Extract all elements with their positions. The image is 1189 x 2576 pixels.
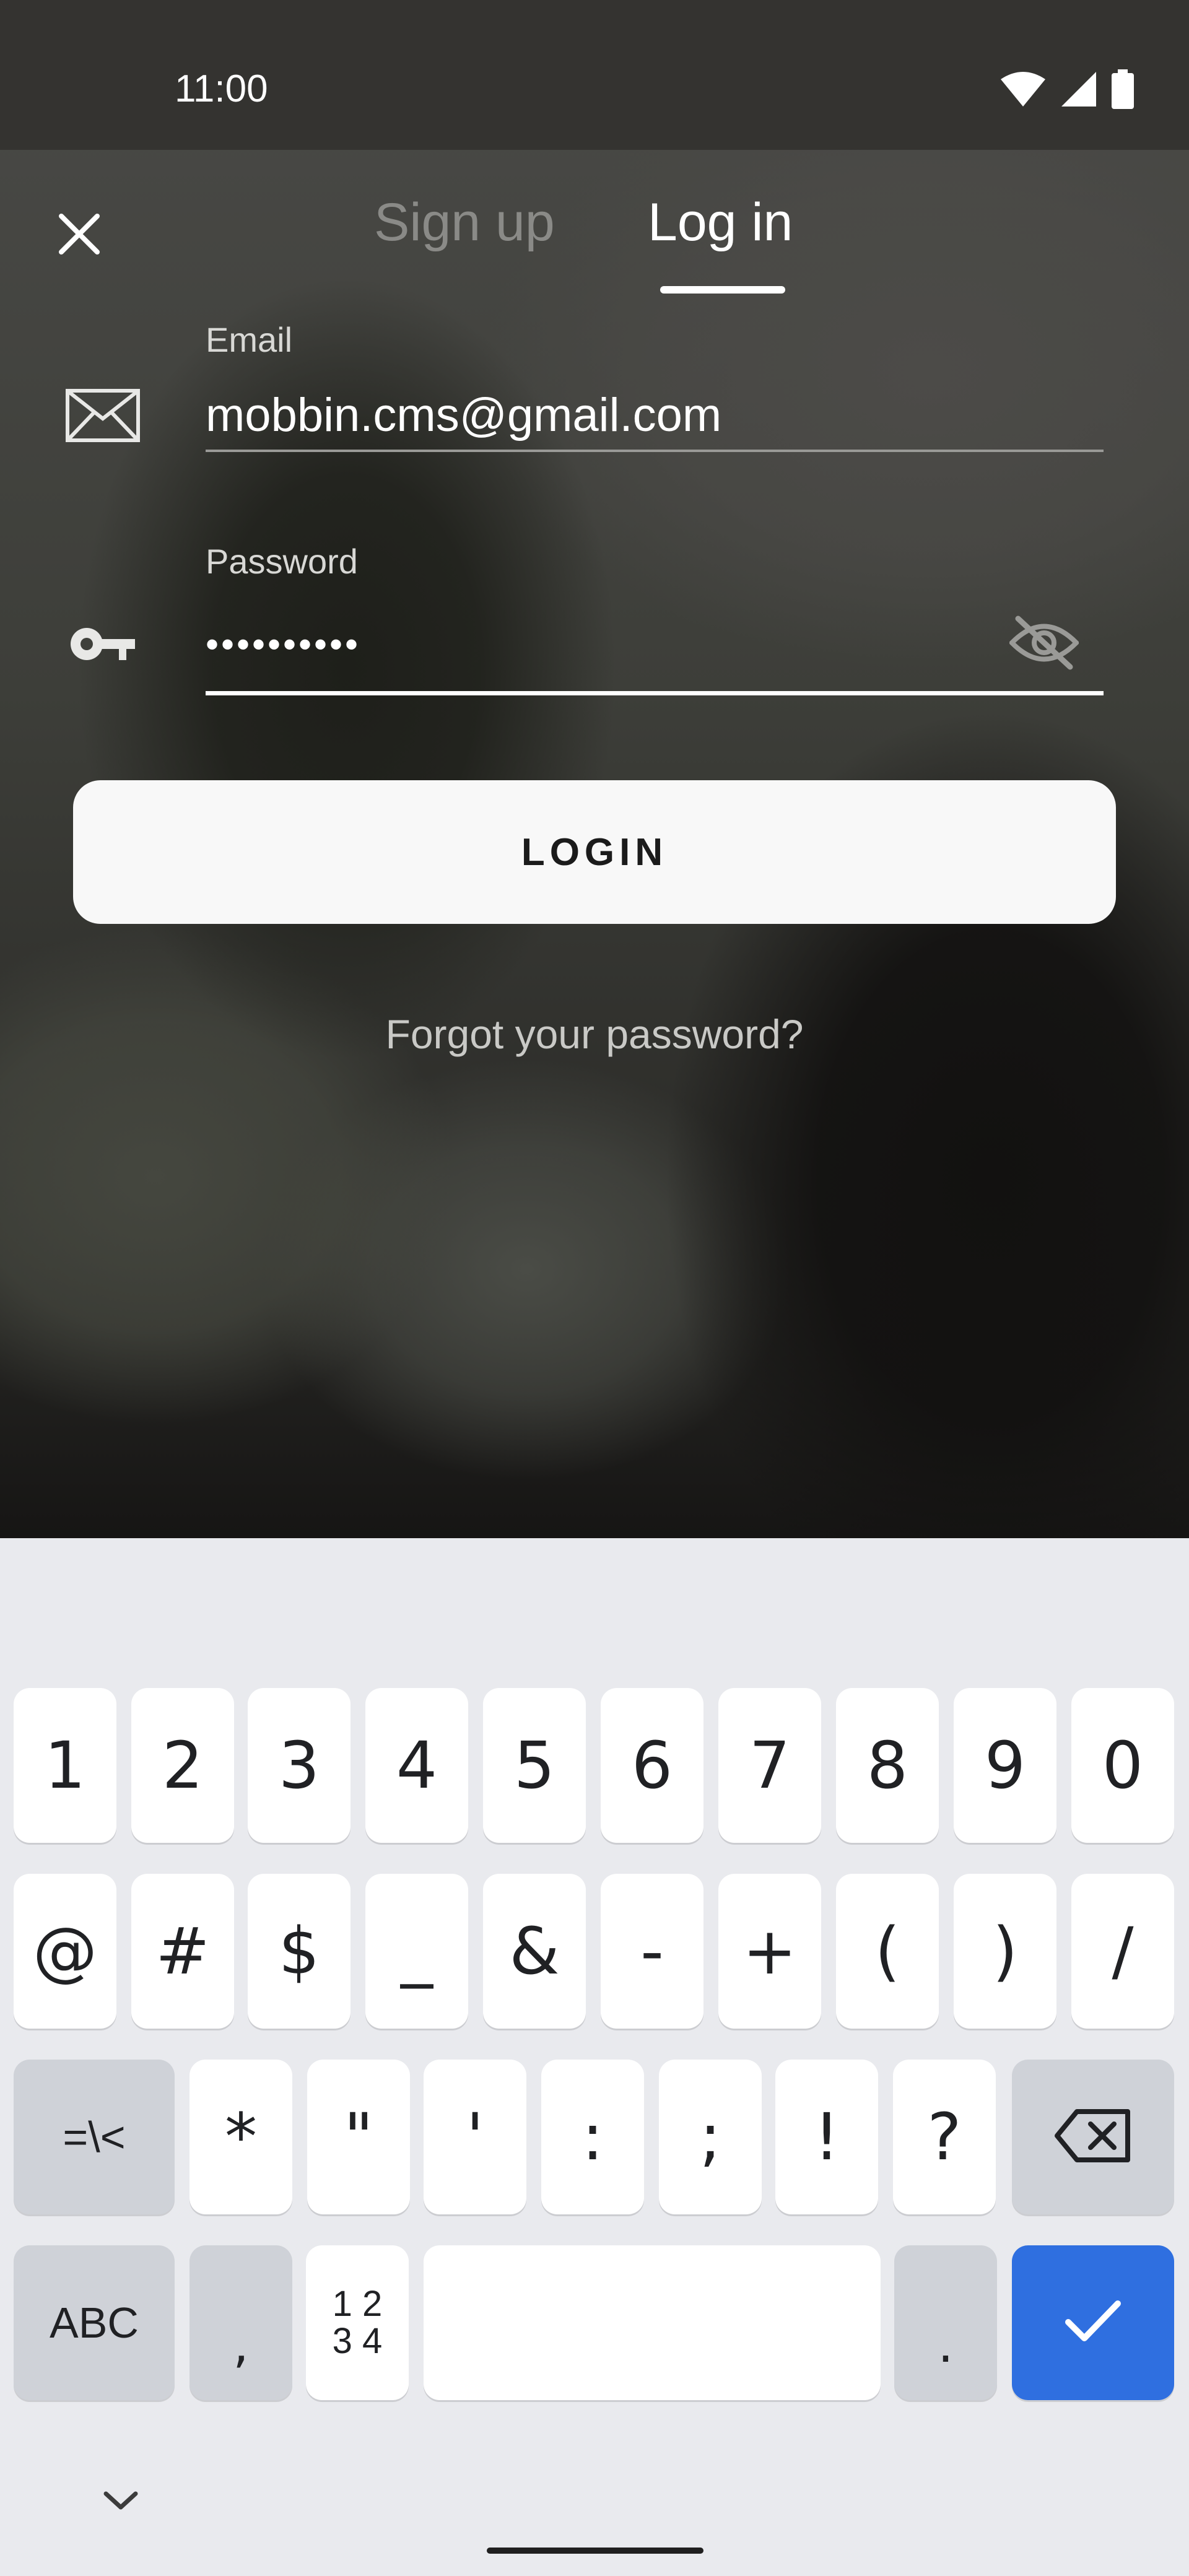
key-ampersand[interactable]: & (483, 1874, 586, 2029)
status-icons (1000, 69, 1135, 112)
key-label: ; (699, 2099, 721, 2175)
status-time: 11:00 (175, 67, 268, 110)
key-comma[interactable]: , (189, 2245, 292, 2400)
key-label: $ (278, 1913, 320, 1989)
key-label: * (225, 2099, 257, 2175)
key-label: " (344, 2099, 373, 2175)
key-2[interactable]: 2 (131, 1688, 234, 1843)
done-key[interactable] (1012, 2245, 1174, 2400)
key-semicolon[interactable]: ; (659, 2060, 762, 2214)
key-9[interactable]: 9 (954, 1688, 1056, 1843)
key-at[interactable]: @ (14, 1874, 116, 2029)
key-label: . (938, 2315, 954, 2374)
key-3[interactable]: 3 (248, 1688, 351, 1843)
mail-icon (66, 389, 140, 445)
key-label: @ (33, 1913, 97, 1989)
key-single-quote[interactable]: ' (424, 2060, 526, 2214)
key-4[interactable]: 4 (365, 1688, 468, 1843)
app-screen: 11:00 Sign up Log in Email Password (0, 0, 1189, 1538)
key-label: # (155, 1913, 210, 1989)
key-label: 6 (631, 1728, 673, 1803)
close-button[interactable] (48, 204, 110, 266)
password-label: Password (206, 542, 358, 581)
key-label: =\< (63, 2113, 126, 2161)
key-label: ABC (50, 2299, 139, 2347)
key-label: 9 (984, 1728, 1026, 1803)
key-label: 1 (44, 1728, 86, 1803)
chevron-down-icon (103, 2490, 138, 2514)
key-open-paren[interactable]: ( (836, 1874, 939, 2029)
key-label-top: 1 2 (332, 2284, 383, 2324)
key-label: _ (401, 1913, 433, 1989)
key-question[interactable]: ? (893, 2060, 996, 2214)
status-bar: 11:00 (0, 0, 1189, 150)
key-7[interactable]: 7 (718, 1688, 821, 1843)
key-label: ' (466, 2099, 484, 2175)
key-numpad[interactable]: 1 2 3 4 (306, 2245, 409, 2400)
key-label: ) (992, 1913, 1018, 1989)
backspace-key[interactable] (1012, 2060, 1174, 2214)
key-label: , (233, 2315, 249, 2374)
key-period[interactable]: . (894, 2245, 997, 2400)
key-label: 2 (162, 1728, 204, 1803)
forgot-password-link[interactable]: Forgot your password? (0, 1011, 1189, 1058)
key-label: - (640, 1913, 664, 1989)
eye-off-icon (1008, 615, 1080, 674)
key-1[interactable]: 1 (14, 1688, 116, 1843)
key-label: ! (814, 2099, 840, 2175)
key-label: 3 (278, 1728, 320, 1803)
email-field[interactable] (206, 384, 1104, 446)
toggle-password-visibility-button[interactable] (1007, 613, 1081, 675)
key-minus[interactable]: - (601, 1874, 703, 2029)
key-slash[interactable]: / (1071, 1874, 1174, 2029)
key-label: / (1112, 1913, 1134, 1989)
key-icon (68, 624, 136, 667)
key-label: 7 (749, 1728, 791, 1803)
key-label: 5 (513, 1728, 555, 1803)
key-abc[interactable]: ABC (14, 2245, 175, 2400)
key-asterisk[interactable]: * (189, 2060, 292, 2214)
key-label: ( (874, 1913, 900, 1989)
space-key[interactable] (424, 2245, 881, 2400)
close-icon (58, 212, 101, 259)
key-0[interactable]: 0 (1071, 1688, 1174, 1843)
keyboard: 1 2 3 4 5 6 7 8 9 0 @ # $ _ & - + ( ) / … (0, 1538, 1189, 2576)
key-8[interactable]: 8 (836, 1688, 939, 1843)
key-plus[interactable]: + (718, 1874, 821, 2029)
backspace-icon (1055, 2108, 1131, 2165)
key-close-paren[interactable]: ) (954, 1874, 1056, 2029)
key-label-bottom: 3 4 (332, 2321, 383, 2361)
password-underline (206, 691, 1104, 695)
wifi-icon (1000, 71, 1047, 111)
key-dollar[interactable]: $ (248, 1874, 351, 2029)
key-label: 4 (396, 1728, 438, 1803)
key-label: 0 (1102, 1728, 1144, 1803)
check-icon (1063, 2299, 1123, 2348)
hide-keyboard-button[interactable] (87, 2477, 155, 2526)
key-more-symbols[interactable]: =\< (14, 2060, 175, 2214)
email-underline (206, 450, 1104, 452)
tab-sign-up[interactable]: Sign up (374, 192, 555, 253)
key-6[interactable]: 6 (601, 1688, 703, 1843)
tab-log-in[interactable]: Log in (648, 192, 793, 253)
key-label: ? (927, 2099, 962, 2175)
key-5[interactable]: 5 (483, 1688, 586, 1843)
password-field[interactable] (206, 613, 1104, 675)
battery-icon (1111, 69, 1135, 112)
key-label: + (743, 1913, 797, 1989)
signal-icon (1060, 71, 1097, 111)
key-exclamation[interactable]: ! (775, 2060, 878, 2214)
gesture-nav-handle[interactable] (487, 2548, 703, 2554)
login-button[interactable]: LOGIN (73, 780, 1116, 924)
email-label: Email (206, 320, 293, 359)
active-tab-indicator (660, 286, 785, 294)
key-underscore[interactable]: _ (365, 1874, 468, 2029)
key-label: : (581, 2099, 604, 2175)
key-double-quote[interactable]: " (307, 2060, 410, 2214)
key-label: & (509, 1913, 560, 1989)
key-hash[interactable]: # (131, 1874, 234, 2029)
key-colon[interactable]: : (541, 2060, 644, 2214)
key-label: 8 (866, 1728, 908, 1803)
